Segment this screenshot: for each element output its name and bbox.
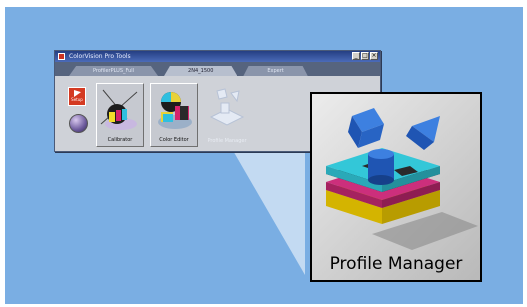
tab-profilerplus[interactable]: ProfilerPLUS_Full [69,66,159,76]
window-title: ColorVision Pro Tools [69,53,131,60]
flag-icon [74,90,81,97]
backdrop: ColorVision Pro Tools _ □ × ProfilerPLUS… [5,7,523,304]
setup-button[interactable]: Setup [68,87,86,106]
close-button[interactable]: × [370,52,378,60]
maximize-button[interactable]: □ [361,52,369,60]
profile-manager-label: Profile Manager [329,254,463,274]
calibrator-icon [100,89,138,130]
profile-manager-icon [326,108,478,250]
window-controls: _ □ × [352,52,378,60]
setup-label: Setup [71,97,83,102]
color-editor-button[interactable]: Color Editor [150,83,198,147]
color-editor-icon [158,92,192,129]
minimize-button[interactable]: _ [352,52,360,60]
tab-expert[interactable]: Expert [243,66,308,76]
profile-manager-small-label: Profile Manager [207,138,247,144]
app-icon [58,53,65,60]
tab-strip: ProfilerPLUS_Full 2N4_1500 Expert [55,62,380,76]
profile-manager-ghost-icon [209,88,245,126]
calibrator-label: Calibrator [107,137,133,143]
tab-2n4[interactable]: 2N4_1500 [164,66,238,76]
sphere-icon[interactable] [69,114,88,133]
title-bar[interactable]: ColorVision Pro Tools _ □ × [55,51,380,62]
profile-manager-button[interactable]: Profile Manager [203,83,251,147]
color-editor-label: Color Editor [159,137,189,143]
profile-manager-callout[interactable]: Profile Manager [310,92,482,282]
calibrator-button[interactable]: Calibrator [96,83,144,147]
